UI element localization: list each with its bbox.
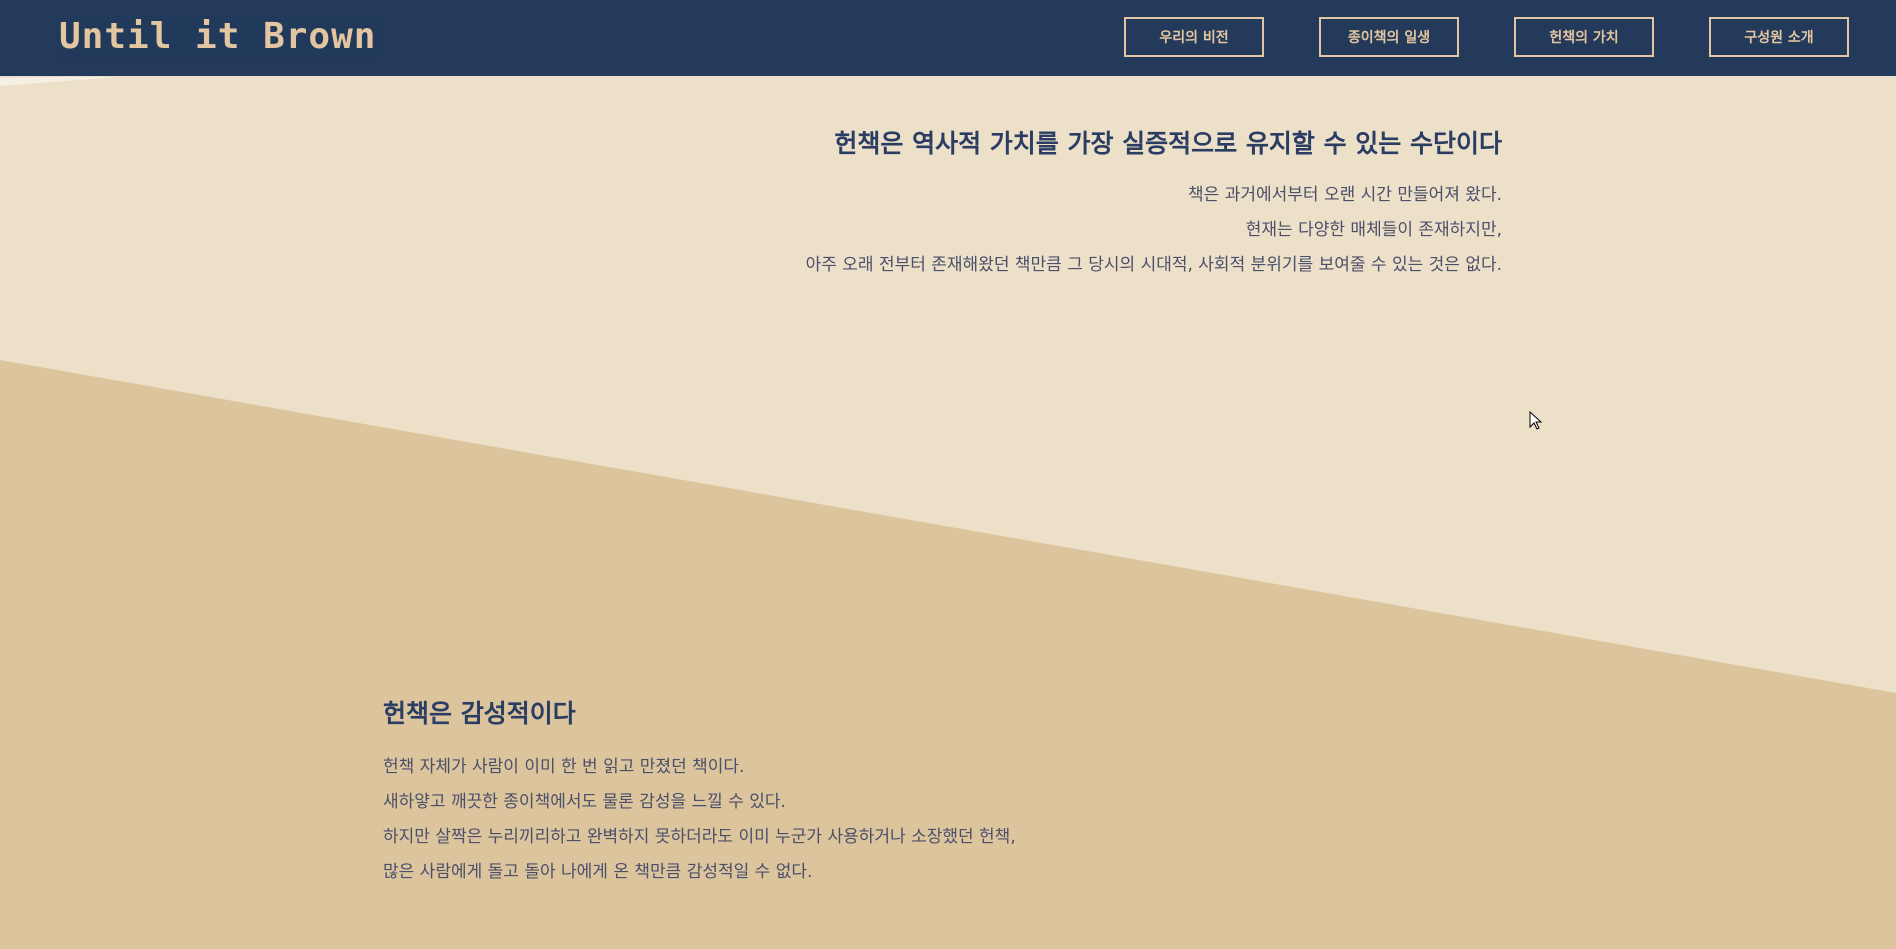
section-historical-value: 헌책은 역사적 가치를 가장 실증적으로 유지할 수 있는 수단이다 책은 과거…	[806, 124, 1502, 283]
section-line: 새하얗고 깨끗한 종이책에서도 물론 감성을 느낄 수 있다.	[383, 792, 786, 812]
section-title: 헌책은 역사적 가치를 가장 실증적으로 유지할 수 있는 수단이다	[834, 129, 1502, 158]
nav-vision-button[interactable]: 우리의 비전	[1124, 17, 1264, 57]
mouse-cursor-icon	[1529, 411, 1543, 430]
nav-members-button[interactable]: 구성원 소개	[1709, 17, 1849, 57]
section-line: 헌책 자체가 사람이 이미 한 번 읽고 만졌던 책이다.	[383, 757, 745, 777]
section-line: 아주 오래 전부터 존재해왔던 책만큼 그 당시의 시대적, 사회적 분위기를 …	[805, 255, 1502, 275]
section-line: 현재는 다양한 매체들이 존재하지만,	[1245, 220, 1502, 240]
section-line: 많은 사람에게 돌고 돌아 나에게 온 책만큼 감성적일 수 없다.	[383, 862, 813, 882]
logo[interactable]: Until it Brown	[55, 14, 381, 60]
section-line: 책은 과거에서부터 오랜 시간 만들어져 왔다.	[1188, 185, 1502, 205]
section-title: 헌책은 감성적이다	[383, 699, 576, 728]
section-emotional: 헌책은 감성적이다 헌책 자체가 사람이 이미 한 번 읽고 만졌던 책이다. …	[383, 694, 1016, 890]
nav-paperbook-life-button[interactable]: 종이책의 일생	[1319, 17, 1459, 57]
nav-usedbook-value-button[interactable]: 헌책의 가치	[1514, 17, 1654, 57]
top-navbar: Until it Brown 우리의 비전 종이책의 일생 헌책의 가치 구성원…	[0, 0, 1896, 77]
section-line: 하지만 살짝은 누리끼리하고 완벽하지 못하더라도 이미 누군가 사용하거나 소…	[383, 827, 1016, 847]
